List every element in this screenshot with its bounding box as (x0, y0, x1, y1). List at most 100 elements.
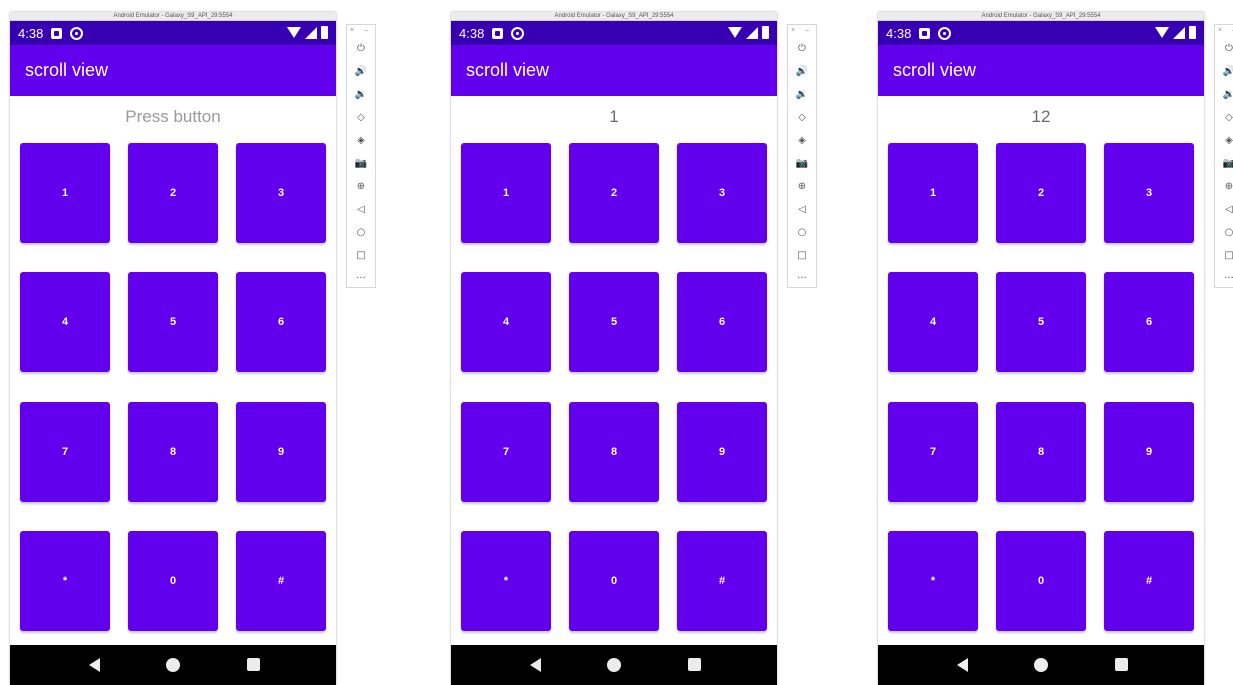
key-button[interactable]: # (1104, 531, 1194, 631)
key-button[interactable]: * (20, 531, 110, 631)
key-button[interactable]: 8 (996, 402, 1086, 502)
emulator-toolbar: × – ⏻🔊🔉◇◈📷⊕◁○□··· (1214, 24, 1233, 288)
key-button[interactable]: * (461, 531, 551, 631)
home-icon[interactable]: ○ (1215, 221, 1233, 244)
key-button[interactable]: 2 (569, 143, 659, 243)
scroll-content[interactable]: 1 1 2 3 4 5 6 7 8 9 * 0 # (451, 96, 777, 645)
status-icons (728, 26, 769, 39)
rotate-left-icon[interactable]: ◇ (788, 106, 816, 129)
screenshot-icon[interactable]: 📷 (1215, 152, 1233, 175)
nav-recents-icon[interactable] (1115, 658, 1128, 671)
overview-icon[interactable]: □ (788, 244, 816, 267)
key-button[interactable]: 9 (1104, 402, 1194, 502)
volume-down-icon[interactable]: 🔉 (788, 83, 816, 106)
key-button[interactable]: 8 (128, 402, 218, 502)
key-button[interactable]: 5 (569, 272, 659, 372)
toolbar-window-controls[interactable]: × – (347, 25, 375, 37)
key-button[interactable]: 3 (236, 143, 326, 243)
nav-back-icon[interactable] (530, 658, 541, 672)
scroll-content[interactable]: Press button 1 2 3 4 5 6 7 8 9 * 0 # (10, 96, 336, 645)
power-icon[interactable]: ⏻ (1215, 37, 1233, 60)
key-button[interactable]: * (888, 531, 978, 631)
status-time: 4:38 (18, 25, 44, 41)
back-icon[interactable]: ◁ (788, 198, 816, 221)
key-button[interactable]: 5 (128, 272, 218, 372)
navigation-bar (878, 645, 1204, 685)
key-button[interactable]: 2 (128, 143, 218, 243)
nav-recents-icon[interactable] (688, 658, 701, 671)
battery-icon (762, 26, 769, 39)
zoom-icon[interactable]: ⊕ (1215, 175, 1233, 198)
toolbar-window-controls[interactable]: × – (1215, 25, 1233, 37)
key-button[interactable]: 1 (888, 143, 978, 243)
key-button[interactable]: 6 (236, 272, 326, 372)
zoom-icon[interactable]: ⊕ (347, 175, 375, 198)
display-text: 1 (609, 107, 619, 126)
emulator-3: Android Emulator - Galaxy_S9_API_29:5554… (878, 12, 1233, 685)
key-button[interactable]: 7 (461, 402, 551, 502)
volume-up-icon[interactable]: 🔊 (347, 60, 375, 83)
display-text: 12 (1031, 107, 1051, 126)
nav-back-icon[interactable] (957, 658, 968, 672)
back-icon[interactable]: ◁ (1215, 198, 1233, 221)
key-button[interactable]: 4 (461, 272, 551, 372)
status-bar: 4:38 (878, 21, 1204, 45)
key-button[interactable]: 7 (888, 402, 978, 502)
rotate-right-icon[interactable]: ◈ (788, 129, 816, 152)
key-button[interactable]: # (236, 531, 326, 631)
home-icon[interactable]: ○ (788, 221, 816, 244)
power-icon[interactable]: ⏻ (347, 37, 375, 60)
nav-home-icon[interactable] (607, 658, 621, 672)
nav-home-icon[interactable] (166, 658, 180, 672)
power-icon[interactable]: ⏻ (788, 37, 816, 60)
key-button[interactable]: 1 (20, 143, 110, 243)
key-button[interactable]: # (677, 531, 767, 631)
emulator-1: Android Emulator - Galaxy_S9_API_29:5554… (10, 12, 376, 685)
volume-up-icon[interactable]: 🔊 (788, 60, 816, 83)
home-icon[interactable]: ○ (347, 221, 375, 244)
screenshot-icon[interactable]: 📷 (788, 152, 816, 175)
key-button[interactable]: 0 (128, 531, 218, 631)
key-button[interactable]: 0 (996, 531, 1086, 631)
nav-home-icon[interactable] (1034, 658, 1048, 672)
scroll-content[interactable]: 12 1 2 3 4 5 6 7 8 9 * 0 # (878, 96, 1204, 645)
screenshot-icon[interactable]: 📷 (347, 152, 375, 175)
key-button[interactable]: 3 (1104, 143, 1194, 243)
volume-down-icon[interactable]: 🔉 (347, 83, 375, 106)
key-button[interactable]: 3 (677, 143, 767, 243)
overview-icon[interactable]: □ (347, 244, 375, 267)
rotate-right-icon[interactable]: ◈ (1215, 129, 1233, 152)
overview-icon[interactable]: □ (1215, 244, 1233, 267)
key-button[interactable]: 8 (569, 402, 659, 502)
zoom-icon[interactable]: ⊕ (788, 175, 816, 198)
toolbar-window-controls[interactable]: × – (788, 25, 816, 37)
emulator-toolbar: × – ⏻🔊🔉◇◈📷⊕◁○□··· (787, 24, 817, 288)
rotate-left-icon[interactable]: ◇ (1215, 106, 1233, 129)
more-icon[interactable]: ··· (347, 267, 375, 290)
key-button[interactable]: 4 (20, 272, 110, 372)
key-button[interactable]: 9 (677, 402, 767, 502)
key-button[interactable]: 5 (996, 272, 1086, 372)
key-button[interactable]: 4 (888, 272, 978, 372)
key-button[interactable]: 1 (461, 143, 551, 243)
volume-down-icon[interactable]: 🔉 (1215, 83, 1233, 106)
rotate-right-icon[interactable]: ◈ (347, 129, 375, 152)
nav-recents-icon[interactable] (247, 658, 260, 671)
volume-up-icon[interactable]: 🔊 (1215, 60, 1233, 83)
key-button[interactable]: 7 (20, 402, 110, 502)
status-icons (1155, 26, 1196, 39)
more-icon[interactable]: ··· (1215, 267, 1233, 290)
key-button[interactable]: 6 (677, 272, 767, 372)
signal-icon (1173, 26, 1185, 39)
more-icon[interactable]: ··· (788, 267, 816, 290)
key-button[interactable]: 9 (236, 402, 326, 502)
back-icon[interactable]: ◁ (347, 198, 375, 221)
nav-back-icon[interactable] (89, 658, 100, 672)
rotate-left-icon[interactable]: ◇ (347, 106, 375, 129)
notification-sync-icon (938, 26, 952, 40)
key-button[interactable]: 6 (1104, 272, 1194, 372)
key-button[interactable]: 0 (569, 531, 659, 631)
wifi-icon (1155, 27, 1169, 38)
notification-a-icon (51, 27, 63, 39)
key-button[interactable]: 2 (996, 143, 1086, 243)
